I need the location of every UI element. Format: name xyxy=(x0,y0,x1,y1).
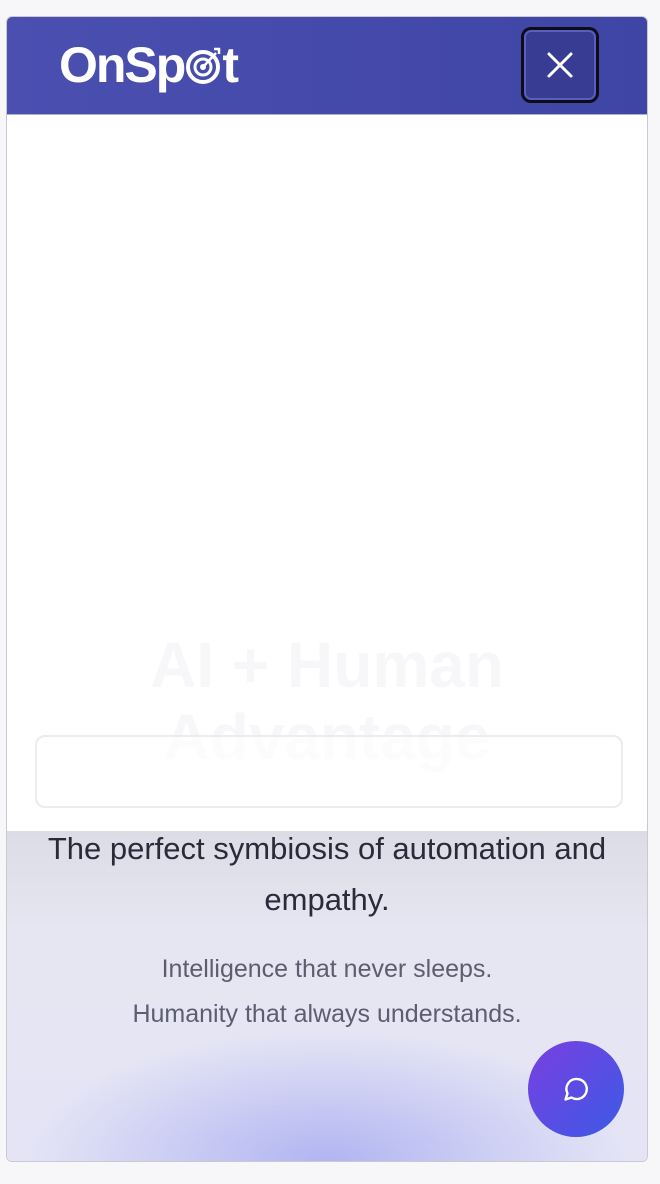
subtitle-line1: Intelligence that never sleeps. xyxy=(161,955,493,983)
tagline: The perfect symbiosis of automation and … xyxy=(47,831,607,917)
close-icon xyxy=(547,52,573,78)
search-input[interactable] xyxy=(35,735,623,808)
logo-text-right: t xyxy=(222,37,239,93)
chat-bubble-icon xyxy=(564,1077,588,1101)
logo-text-left: OnSp xyxy=(59,37,186,93)
chat-button[interactable] xyxy=(528,1041,624,1137)
target-icon xyxy=(186,47,221,84)
subtitle-line2: Humanity that always understands. xyxy=(132,1000,522,1028)
hero-title-line1: AI + Human xyxy=(150,629,504,701)
mobile-menu-overlay: OnSp t AI + Human Advantage The perfect … xyxy=(6,16,648,1162)
onspot-logo[interactable]: OnSp t xyxy=(59,37,239,93)
top-header: OnSp t xyxy=(7,17,647,115)
close-menu-button[interactable] xyxy=(521,27,599,103)
